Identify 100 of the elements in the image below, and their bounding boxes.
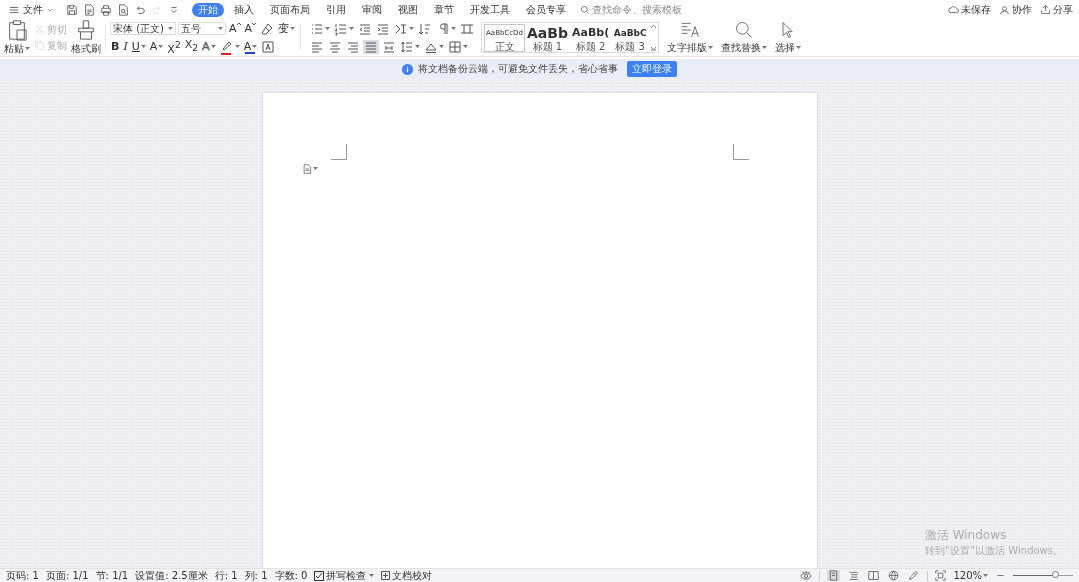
save-status-button[interactable]: 未保存 — [948, 2, 991, 17]
character-border-icon[interactable] — [261, 39, 276, 54]
caret-icon[interactable] — [140, 44, 146, 49]
subscript-button[interactable]: X$_{2}$ — [184, 38, 199, 55]
caret-icon[interactable] — [158, 44, 164, 49]
caret-icon[interactable] — [312, 167, 318, 171]
printer-icon[interactable] — [100, 3, 112, 16]
ribbon-tab[interactable]: 视图 — [392, 2, 424, 17]
fit-page-icon[interactable] — [935, 570, 947, 581]
ribbon-tab[interactable]: 章节 — [428, 2, 460, 17]
font-name-field[interactable]: 宋体 (正文) — [110, 22, 176, 35]
text-layout-button[interactable]: 文字排版 — [667, 20, 714, 55]
format-painter-button[interactable]: 格式刷 — [71, 19, 101, 56]
caret-icon[interactable] — [983, 573, 988, 578]
pdf-export-icon[interactable] — [83, 3, 95, 16]
caret-icon[interactable] — [252, 44, 258, 49]
caret-icon[interactable] — [796, 46, 802, 50]
caret-icon[interactable] — [325, 26, 331, 31]
caret-icon[interactable] — [708, 46, 714, 50]
text-layout-icon — [680, 20, 701, 40]
spell-check-toggle[interactable]: 拼写检查 — [314, 568, 375, 582]
bulleted-list-icon[interactable] — [310, 21, 325, 36]
eye-icon[interactable] — [800, 569, 813, 582]
save-icon[interactable] — [66, 3, 78, 16]
proofread-icon — [381, 571, 391, 580]
font-size-field[interactable]: 五号 — [178, 22, 226, 35]
caret-icon[interactable] — [234, 44, 240, 49]
caret-icon[interactable] — [762, 46, 768, 50]
decrease-indent-icon[interactable] — [358, 21, 373, 36]
line-spacing-icon[interactable] — [400, 39, 415, 54]
ribbon-tab[interactable]: 引用 — [320, 2, 352, 17]
justify-icon[interactable] — [364, 39, 379, 54]
grow-font-button[interactable]: A — [229, 22, 241, 35]
phonetic-guide-button[interactable]: 变 — [278, 22, 290, 35]
ribbon-tab[interactable]: 页面布局 — [264, 2, 316, 17]
document-icon[interactable] — [301, 164, 312, 174]
collaborate-button[interactable]: 协作 — [999, 2, 1032, 17]
select-button[interactable]: 选择 — [775, 20, 802, 55]
undo-icon[interactable] — [134, 3, 146, 16]
search-icon — [580, 4, 590, 15]
bold-button[interactable]: B — [111, 40, 120, 53]
search-field[interactable]: 查找命令、搜索模板 — [580, 4, 692, 15]
underline-button[interactable]: U — [131, 40, 140, 53]
caret-icon[interactable] — [168, 26, 173, 31]
margin-mark — [330, 144, 347, 160]
caret-icon[interactable] — [290, 26, 296, 31]
gallery-scroll-icon[interactable] — [651, 22, 657, 53]
ribbon-tab[interactable]: 审阅 — [356, 2, 388, 17]
table-icon[interactable] — [460, 21, 475, 36]
status-text: 列: 1 — [244, 569, 268, 582]
ribbon-tab[interactable]: 插入 — [228, 2, 260, 17]
share-button[interactable]: 分享 — [1040, 2, 1073, 17]
style-option[interactable]: AaBb 标题 1 — [524, 23, 570, 52]
eraser-icon[interactable] — [260, 21, 275, 36]
reading-view-icon[interactable] — [868, 570, 880, 581]
outline-view-icon[interactable] — [848, 570, 860, 581]
pen-icon[interactable] — [908, 570, 920, 581]
caret-icon[interactable] — [25, 47, 30, 51]
checkbox[interactable] — [314, 570, 325, 581]
paste-button[interactable]: 粘贴 — [4, 19, 30, 56]
margin-mark — [732, 144, 749, 160]
login-button[interactable]: 立即登录 — [627, 61, 677, 77]
strikethrough-button[interactable]: A — [149, 40, 158, 53]
caret-icon[interactable] — [218, 26, 223, 31]
superscript-button[interactable]: X$^{2}$ — [167, 37, 181, 56]
status-text: 节: 1/1 — [95, 569, 129, 582]
caret-icon[interactable] — [349, 26, 355, 31]
align-right-icon[interactable] — [346, 39, 361, 54]
caret-icon[interactable] — [439, 44, 445, 49]
web-view-icon[interactable] — [888, 570, 900, 581]
ribbon-tab[interactable]: 开始 — [192, 2, 224, 17]
slider-thumb[interactable] — [1052, 571, 1060, 578]
borders-icon[interactable] — [448, 39, 463, 54]
page-view-icon[interactable] — [828, 570, 840, 581]
caret-icon[interactable] — [463, 44, 469, 49]
style-option[interactable]: AaBbC 标题 3 — [611, 23, 650, 52]
caret-icon[interactable] — [451, 26, 457, 31]
ribbon-tab[interactable]: 会员专享 — [520, 2, 572, 17]
file-menu[interactable]: 文件 — [8, 2, 54, 17]
font-color-button[interactable]: A — [243, 40, 252, 53]
caret-icon[interactable] — [210, 44, 216, 49]
text-effect-button[interactable]: A — [202, 40, 210, 53]
proofread-button[interactable]: 文档校对 — [381, 568, 433, 582]
status-text: 字数: 0 — [274, 569, 308, 582]
notice-text: 将文档备份云端，可避免文件丢失，省心省事 — [418, 62, 618, 76]
cloud-icon — [948, 4, 959, 15]
find-replace-button[interactable]: 查找替换 — [721, 20, 768, 55]
caret-icon[interactable] — [415, 44, 421, 49]
caret-icon[interactable] — [369, 573, 375, 578]
align-left-icon[interactable] — [310, 39, 325, 54]
chinese-layout-icon[interactable] — [394, 21, 409, 36]
zoom-dropdown[interactable]: 120% — [953, 570, 988, 581]
italic-button[interactable]: I — [123, 40, 128, 53]
caret-icon[interactable] — [409, 26, 415, 31]
style-option[interactable]: AaBb( 标题 2 — [569, 23, 612, 52]
shrink-font-button[interactable]: A — [244, 22, 257, 35]
align-center-icon[interactable] — [328, 39, 343, 54]
numbered-list-icon[interactable] — [334, 21, 349, 36]
print-preview-icon[interactable] — [117, 3, 129, 16]
ribbon-tab[interactable]: 开发工具 — [464, 2, 516, 17]
